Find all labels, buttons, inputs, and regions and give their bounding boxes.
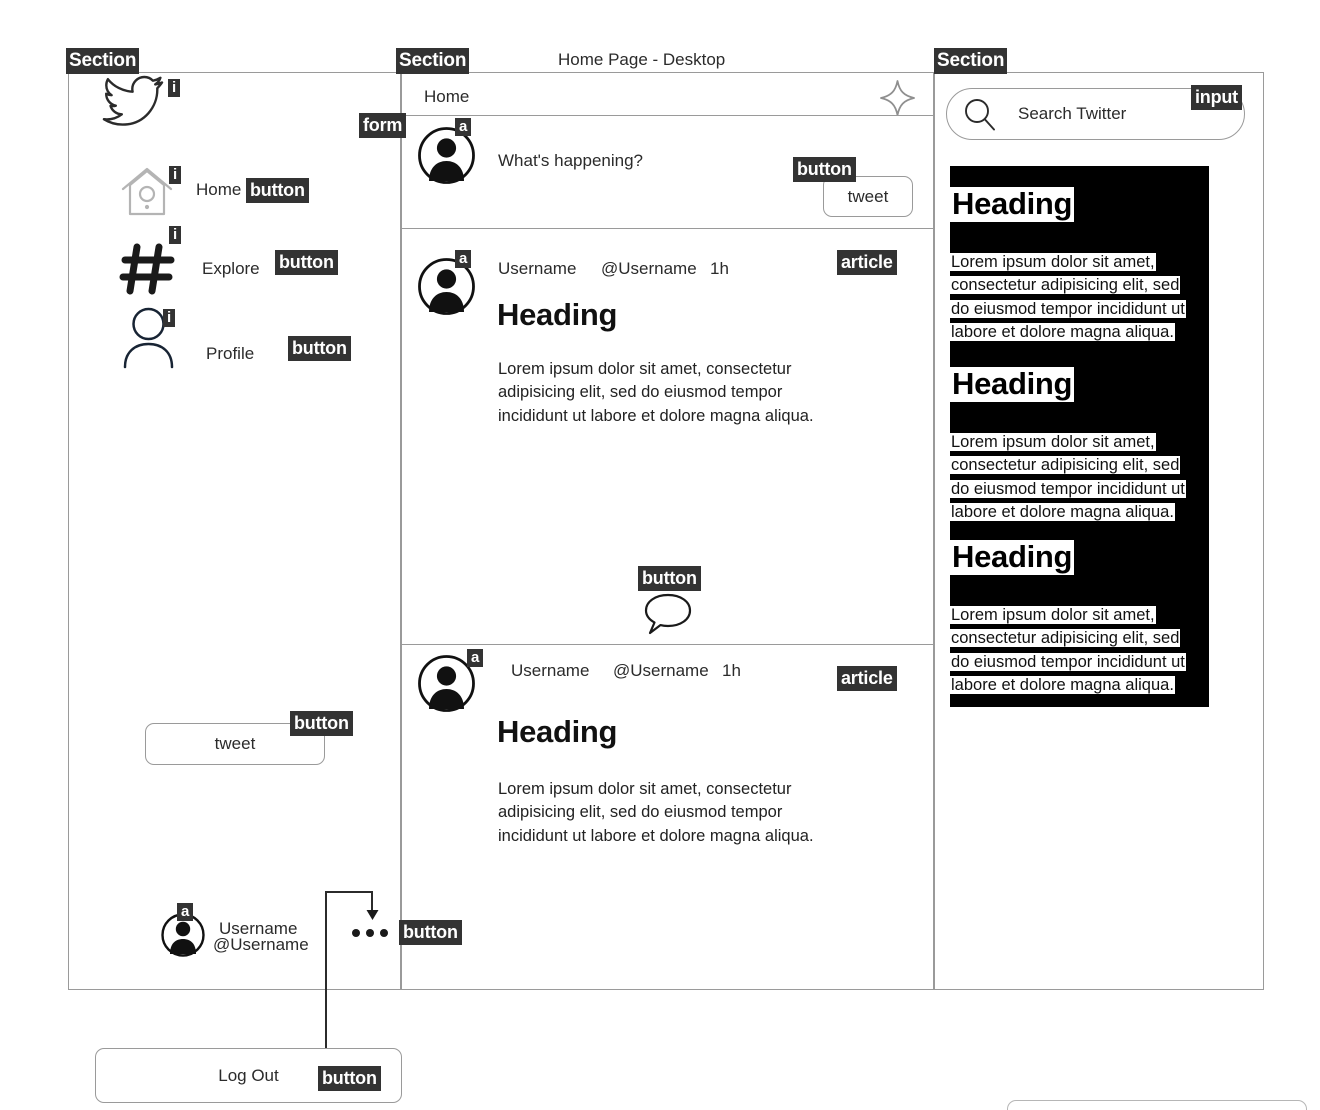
search-icon xyxy=(963,98,996,131)
compose-tweet-button[interactable]: tweet xyxy=(823,176,913,217)
timeline-header-label: Home xyxy=(424,87,470,106)
annotation-form-compose: form xyxy=(359,113,407,138)
search-placeholder: Search Twitter xyxy=(1018,104,1127,123)
connector-horizontal-top xyxy=(325,891,373,893)
annotation-button-explore: button xyxy=(275,250,338,275)
arrow-down-icon xyxy=(365,907,380,921)
post-body-2: Lorem ipsum dolor sit amet, consectetur … xyxy=(498,780,814,845)
page-title: Home Page - Desktop xyxy=(558,50,726,69)
post-handle-1[interactable]: @Username xyxy=(601,259,697,279)
annotation-section-rightbar: Section xyxy=(934,48,1008,74)
annotation-anchor-compose-avatar: a xyxy=(455,118,472,136)
annotation-button-logout: button xyxy=(318,1066,381,1091)
post-heading-2: Heading xyxy=(497,714,618,749)
trend-heading-1[interactable]: Heading xyxy=(950,186,1075,222)
sidebar-item-explore[interactable]: Explore xyxy=(202,259,260,279)
sparkle-icon[interactable] xyxy=(880,80,915,116)
post-name-2[interactable]: Username xyxy=(511,661,589,681)
annotation-anchor-account: a xyxy=(177,903,194,921)
annotation-section-timeline: Section xyxy=(396,48,470,74)
post-divider-1 xyxy=(401,644,934,645)
post-time-1: 1h xyxy=(710,259,729,278)
compose-input[interactable]: What's happening? xyxy=(498,151,643,171)
connector-vertical-logout xyxy=(325,990,327,1048)
annotation-icon-home: i xyxy=(169,166,182,184)
annotation-anchor-post-avatar-1: a xyxy=(455,250,472,268)
annotation-article-2: article xyxy=(837,666,897,691)
annotation-button-profile: button xyxy=(288,336,351,361)
annotation-icon-explore: i xyxy=(169,226,182,244)
annotation-icon-logo: i xyxy=(168,79,181,97)
trend-body-2: Lorem ipsum dolor sit amet, consectetur … xyxy=(950,433,1186,522)
annotation-article-1: article xyxy=(837,250,897,275)
offscreen-partial-element xyxy=(1007,1100,1307,1110)
sidebar-item-home[interactable]: Home xyxy=(196,180,241,200)
post-handle-2[interactable]: @Username xyxy=(613,661,709,681)
trend-heading-3[interactable]: Heading xyxy=(950,539,1075,575)
wireframe-canvas: Home Page - Desktop Section i i Home but… xyxy=(0,0,1320,1110)
annotation-anchor-post-avatar-2: a xyxy=(467,649,484,667)
birdhouse-icon[interactable] xyxy=(119,165,175,219)
account-handle[interactable]: @Username xyxy=(213,935,309,955)
ellipsis-icon[interactable] xyxy=(351,927,389,939)
annotation-section-sidebar: Section xyxy=(66,48,140,74)
comment-bubble-icon[interactable] xyxy=(644,593,692,635)
annotation-button-tweet-sidebar: button xyxy=(290,711,353,736)
annotation-button-more: button xyxy=(399,920,462,945)
annotation-button-home: button xyxy=(246,178,309,203)
post-time-2: 1h xyxy=(722,661,741,680)
timeline-header-divider xyxy=(401,115,934,116)
left-sidebar-panel xyxy=(68,72,401,990)
annotation-icon-profile: i xyxy=(163,309,176,327)
post-body-1: Lorem ipsum dolor sit amet, consectetur … xyxy=(498,360,814,425)
post-heading-1: Heading xyxy=(497,297,618,332)
annotation-button-reply-1: button xyxy=(638,566,701,591)
twitter-bird-icon[interactable] xyxy=(102,74,166,128)
connector-vertical-left xyxy=(325,891,327,990)
post-name-1[interactable]: Username xyxy=(498,259,576,279)
hashtag-icon[interactable] xyxy=(119,243,176,295)
sidebar-item-profile[interactable]: Profile xyxy=(206,344,254,364)
trend-heading-2[interactable]: Heading xyxy=(950,366,1075,402)
annotation-button-tweet-compose: button xyxy=(793,157,856,182)
compose-divider xyxy=(401,228,934,229)
annotation-input-search: input xyxy=(1191,85,1242,110)
trend-body-3: Lorem ipsum dolor sit amet, consectetur … xyxy=(950,606,1186,695)
trend-body-1: Lorem ipsum dolor sit amet, consectetur … xyxy=(950,253,1186,342)
